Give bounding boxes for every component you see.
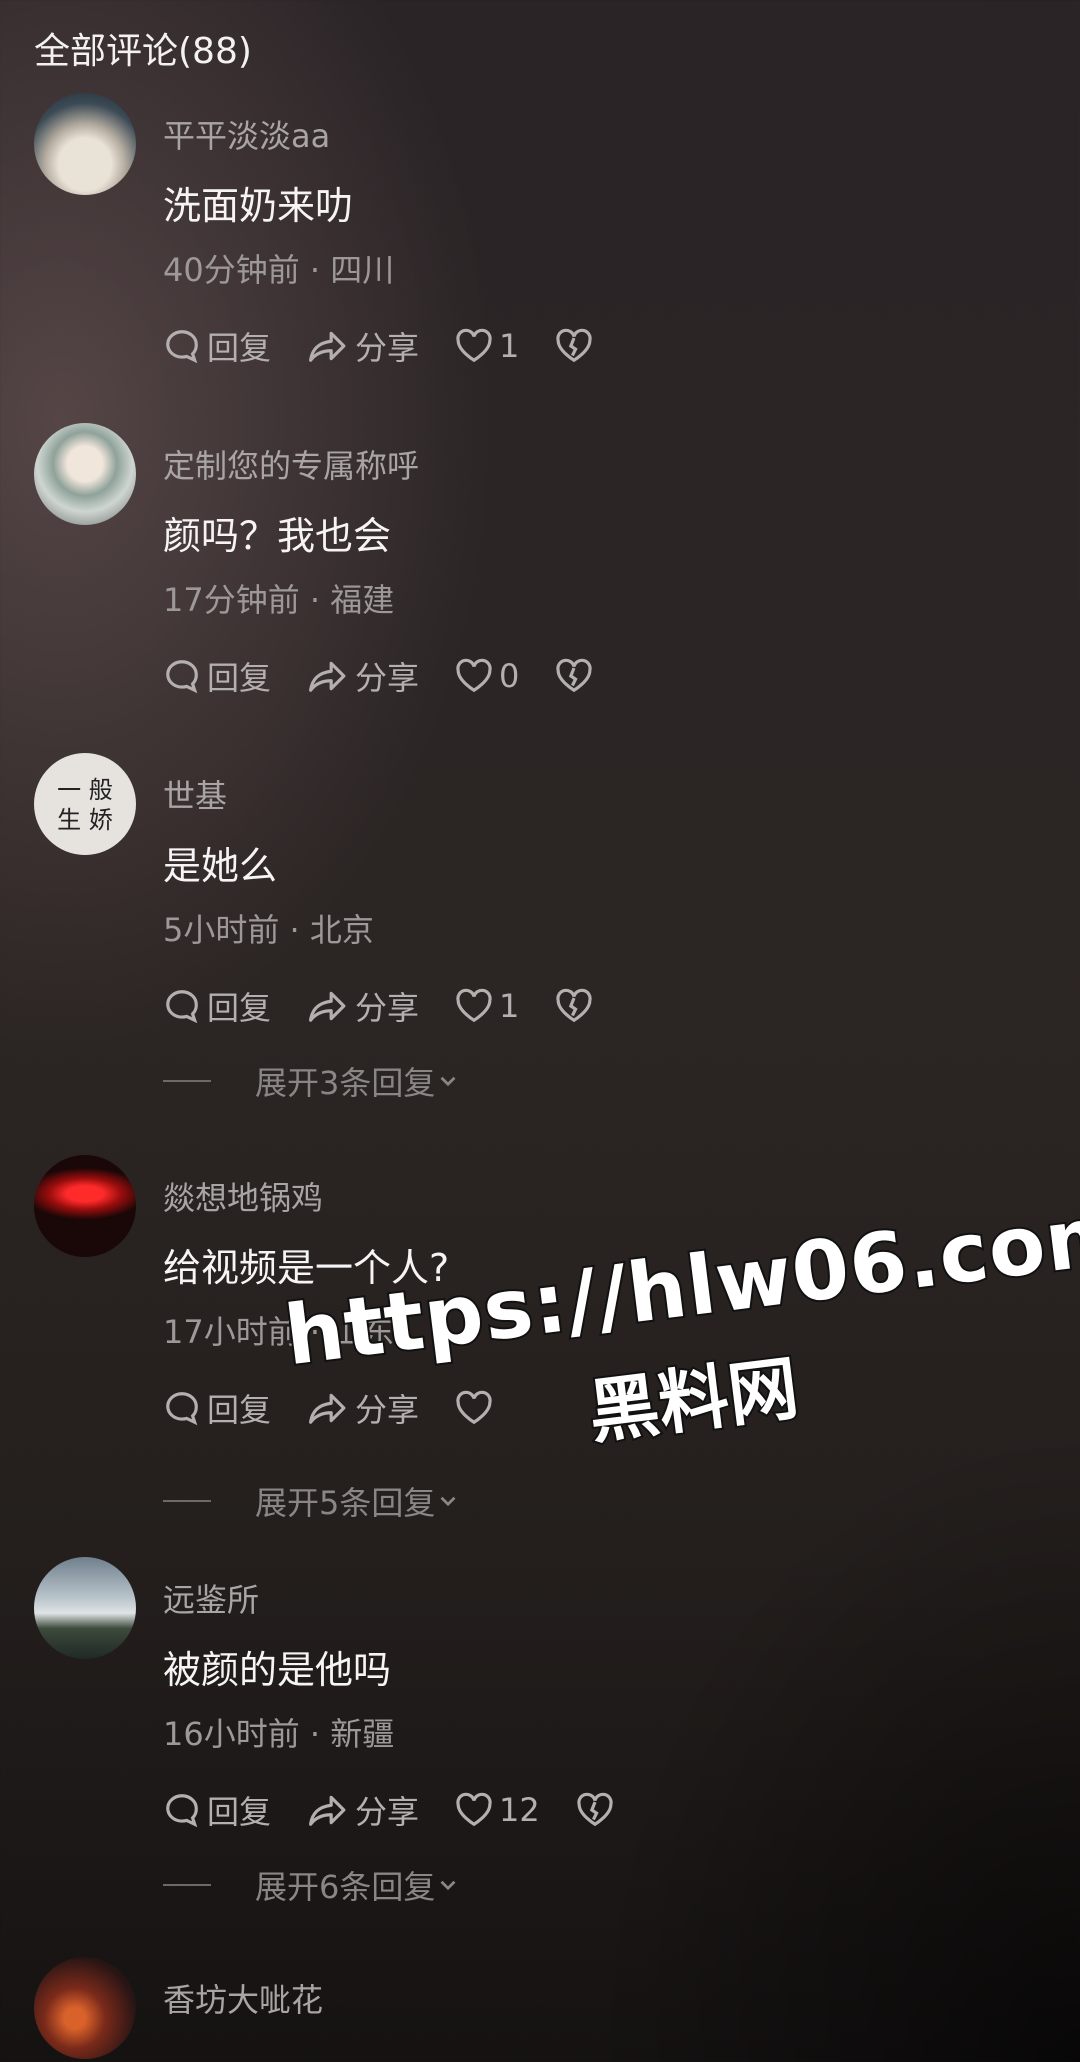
username[interactable]: 平平淡淡aa xyxy=(163,111,330,157)
reply-button[interactable]: 回复 xyxy=(163,983,271,1029)
expand-divider xyxy=(163,1500,211,1502)
broken-heart-icon xyxy=(556,658,593,693)
comment-meta: 40分钟前 · 四川 xyxy=(163,251,395,289)
like-count: 1 xyxy=(499,327,520,365)
expand-label: 展开6条回复 xyxy=(255,1868,436,1906)
reply-label: 回复 xyxy=(207,659,272,697)
watermark-site-name: 黑料网 xyxy=(582,1345,804,1456)
avatar[interactable] xyxy=(34,1957,136,2059)
comment-meta: 5小时前 · 北京 xyxy=(163,911,374,949)
comment-item: 定制您的专属称呼 颜吗？我也会 17分钟前 · 福建 回复 分享 0 xyxy=(0,423,1080,753)
like-button[interactable]: 1 xyxy=(455,327,519,365)
reply-button[interactable]: 回复 xyxy=(163,1385,271,1431)
comment-time: 5小时前 xyxy=(163,911,280,949)
comment-bubble-icon xyxy=(166,1794,198,1828)
avatar[interactable] xyxy=(34,423,136,525)
comment-text: 颜吗？我也会 xyxy=(163,514,392,558)
avatar-calligraphy: 一 般 生 娇 xyxy=(57,776,113,834)
dislike-button[interactable] xyxy=(555,658,599,694)
expand-label: 展开3条回复 xyxy=(255,1064,436,1102)
share-button[interactable]: 分享 xyxy=(307,323,419,369)
comment-item: 一 般 生 娇 世基 是她么 5小时前 · 北京 回复 分享 1 展开3条回复 xyxy=(0,753,1080,1102)
share-arrow-icon xyxy=(309,661,346,692)
comment-bubble-icon xyxy=(166,990,198,1024)
reply-label: 回复 xyxy=(207,1793,272,1831)
heart-icon xyxy=(456,658,492,693)
dislike-button[interactable] xyxy=(555,328,599,364)
share-label: 分享 xyxy=(355,1793,420,1831)
username[interactable]: 远鉴所 xyxy=(163,1575,259,1621)
comment-item: 远鉴所 被颜的是他吗 16小时前 · 新疆 回复 分享 12 展开6条回复 xyxy=(0,1557,1080,1906)
share-arrow-icon xyxy=(309,1795,346,1826)
comment-actions: 回复 分享 0 xyxy=(163,653,635,699)
share-label: 分享 xyxy=(355,659,420,697)
username[interactable]: 世基 xyxy=(163,771,227,817)
share-button[interactable]: 分享 xyxy=(307,653,419,699)
avatar[interactable] xyxy=(34,1155,136,1257)
heart-icon xyxy=(456,988,492,1023)
comment-location: 福建 xyxy=(330,581,395,619)
share-arrow-icon xyxy=(309,331,346,362)
reply-button[interactable]: 回复 xyxy=(163,1787,271,1833)
expand-replies-button[interactable]: 展开3条回复 xyxy=(163,1063,461,1102)
comment-bubble-icon xyxy=(166,1392,198,1426)
reply-button[interactable]: 回复 xyxy=(163,653,271,699)
comment-meta: 16小时前 · 新疆 xyxy=(163,1715,395,1753)
comment-location: 四川 xyxy=(330,251,395,289)
username[interactable]: 香坊大呲花 xyxy=(163,1975,323,2021)
like-count: 12 xyxy=(499,1791,540,1829)
like-count: 0 xyxy=(499,657,520,695)
comment-item: 香坊大呲花 xyxy=(0,1957,1080,2062)
reply-label: 回复 xyxy=(207,329,272,367)
comment-time: 16小时前 xyxy=(163,1715,300,1753)
heart-icon xyxy=(456,1792,492,1827)
comment-text: 是她么 xyxy=(163,844,278,888)
like-button[interactable]: 0 xyxy=(455,657,519,695)
expand-replies-button[interactable]: 展开6条回复 xyxy=(163,1867,461,1906)
comment-bubble-icon xyxy=(166,330,198,364)
comment-item: 平平淡淡aa 洗面奶来叻 40分钟前 · 四川 回复 分享 1 xyxy=(0,93,1080,423)
like-button[interactable]: 12 xyxy=(455,1791,540,1829)
avatar[interactable]: 一 般 生 娇 xyxy=(34,753,136,855)
dislike-button[interactable] xyxy=(576,1792,620,1828)
username[interactable]: 定制您的专属称呼 xyxy=(163,441,419,487)
reply-label: 回复 xyxy=(207,1391,272,1429)
broken-heart-icon xyxy=(577,1792,613,1827)
chevron-down-icon xyxy=(440,1076,456,1087)
expand-divider xyxy=(163,1080,211,1082)
like-count: 1 xyxy=(499,987,520,1025)
comment-text: 被颜的是他吗 xyxy=(163,1648,392,1692)
comment-location: 新疆 xyxy=(330,1715,395,1753)
share-label: 分享 xyxy=(355,329,420,367)
reply-label: 回复 xyxy=(207,989,272,1027)
comment-actions: 回复 分享 1 xyxy=(163,323,635,369)
comment-actions: 回复 分享 1 xyxy=(163,983,635,1029)
username[interactable]: 燚想地锅鸡 xyxy=(163,1173,323,1219)
share-arrow-icon xyxy=(309,991,346,1022)
chevron-down-icon xyxy=(440,1880,456,1891)
comment-text: 洗面奶来叻 xyxy=(163,184,354,228)
comment-bubble-icon xyxy=(166,660,198,694)
comments-header: 全部评论(88) xyxy=(34,31,252,72)
comment-time: 17小时前 xyxy=(163,1313,300,1351)
comment-location: 北京 xyxy=(309,911,374,949)
expand-divider xyxy=(163,1884,211,1886)
like-button[interactable]: 1 xyxy=(455,987,519,1025)
comment-meta: 17分钟前 · 福建 xyxy=(163,581,395,619)
comment-time: 17分钟前 xyxy=(163,581,300,619)
dislike-button[interactable] xyxy=(555,988,599,1024)
avatar[interactable] xyxy=(34,93,136,195)
share-button[interactable]: 分享 xyxy=(307,1787,419,1833)
broken-heart-icon xyxy=(556,328,593,363)
share-label: 分享 xyxy=(355,989,420,1027)
comment-time: 40分钟前 xyxy=(163,251,300,289)
comment-actions: 回复 分享 12 xyxy=(163,1787,656,1833)
avatar[interactable] xyxy=(34,1557,136,1659)
broken-heart-icon xyxy=(556,988,593,1023)
share-button[interactable]: 分享 xyxy=(307,983,419,1029)
reply-button[interactable]: 回复 xyxy=(163,323,271,369)
heart-icon xyxy=(456,328,492,363)
